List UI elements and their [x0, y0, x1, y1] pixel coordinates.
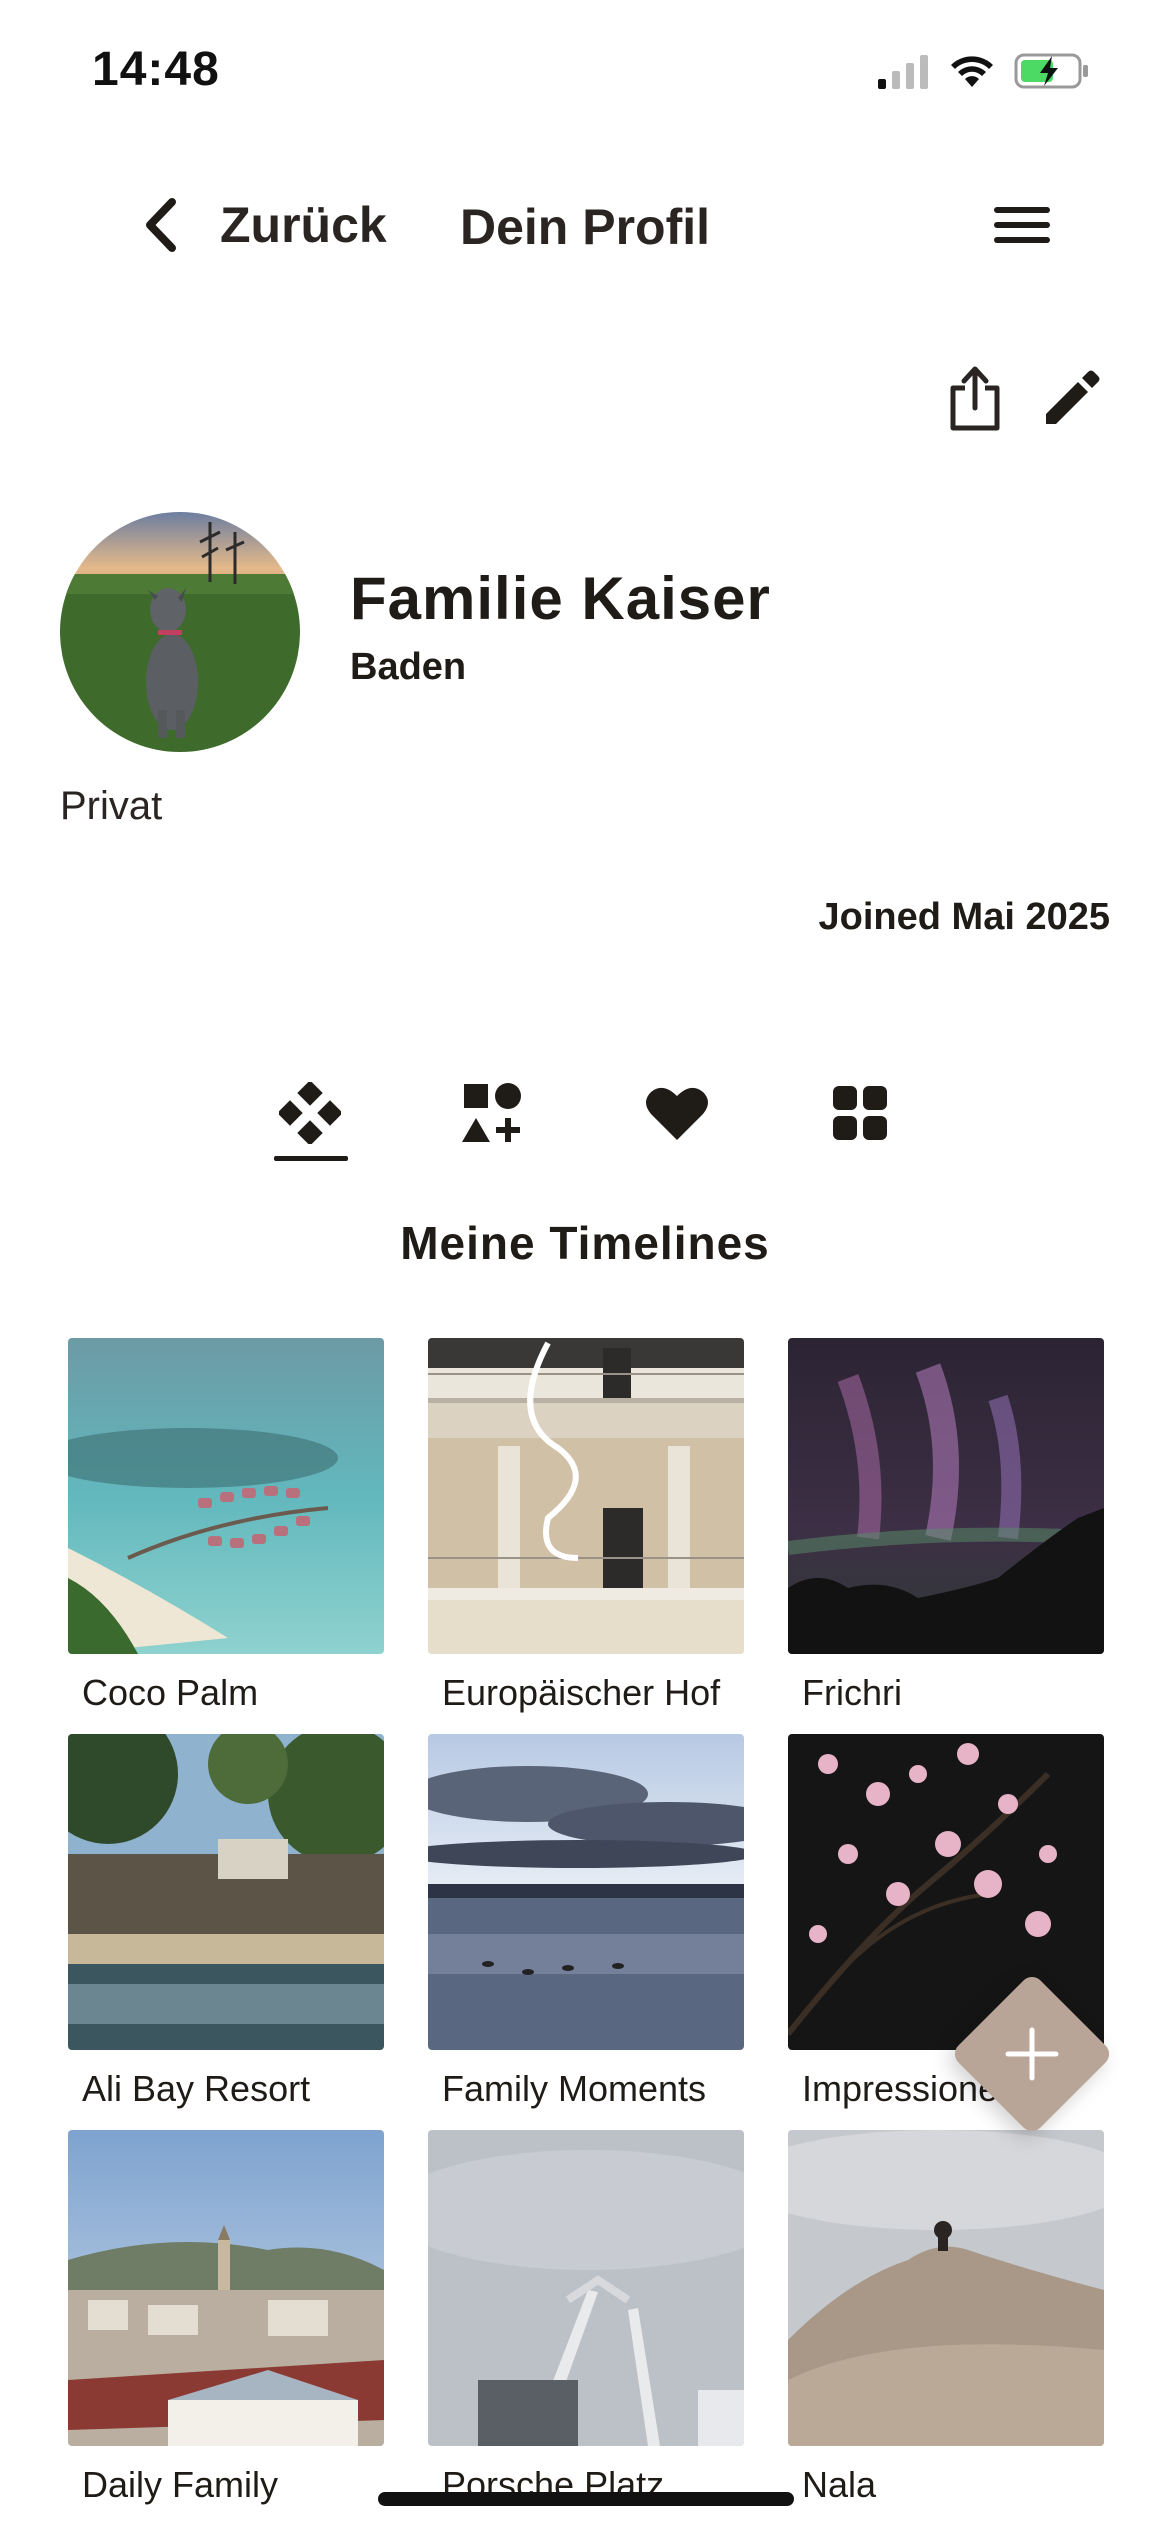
timeline-label: Daily Family	[82, 2464, 279, 2505]
timeline-label: Europäischer Hof	[442, 1672, 721, 1713]
timeline-label: Ali Bay Resort	[82, 2068, 311, 2109]
timeline-label: Frichri	[802, 1672, 902, 1713]
timeline-card[interactable]: Coco Palm	[68, 1338, 384, 1714]
diamond-grid-icon	[279, 1082, 341, 1144]
battery-icon	[1014, 53, 1088, 89]
status-icons	[876, 52, 1090, 90]
active-tab-indicator	[274, 1156, 348, 1161]
timeline-thumbnail	[428, 1734, 744, 2050]
share-icon	[950, 366, 1000, 431]
profile-location: Baden	[350, 646, 467, 688]
shapes-add-icon	[462, 1083, 521, 1142]
avatar[interactable]	[60, 512, 300, 752]
timeline-card[interactable]: Frichri	[788, 1338, 1104, 1714]
timeline-card[interactable]: Europäischer Hof	[428, 1338, 744, 1714]
tab-grid[interactable]	[815, 1068, 905, 1158]
tab-create[interactable]	[448, 1068, 538, 1158]
timeline-card[interactable]: Daily Family	[68, 2130, 384, 2506]
hamburger-menu-icon	[994, 207, 1050, 243]
timeline-card[interactable]: Nala	[788, 2130, 1104, 2506]
timeline-thumbnail	[68, 1338, 384, 1654]
timeline-label: Family Moments	[442, 2068, 707, 2109]
status-time: 14:48	[92, 43, 220, 96]
cellular-signal-icon	[878, 55, 928, 89]
timeline-card[interactable]: Porsche Platz	[428, 2130, 744, 2506]
timeline-card[interactable]: Family Moments	[428, 1734, 744, 2110]
wifi-icon	[951, 56, 993, 87]
timeline-thumbnail	[428, 1338, 744, 1654]
avatar-dog-photo	[60, 512, 300, 752]
privacy-status: Privat	[60, 784, 163, 828]
edit-profile-button[interactable]	[1042, 368, 1102, 433]
timeline-thumbnail	[428, 2130, 744, 2446]
timeline-thumbnail	[68, 1734, 384, 2050]
timeline-thumbnail	[788, 2130, 1104, 2446]
heart-icon	[646, 1087, 708, 1140]
home-indicator[interactable]	[378, 2492, 794, 2506]
timeline-thumbnail	[788, 1338, 1104, 1654]
timeline-card[interactable]: Ali Bay Resort	[68, 1734, 384, 2110]
timeline-thumbnail	[68, 2130, 384, 2446]
menu-button[interactable]	[994, 205, 1050, 250]
timeline-label: Nala	[802, 2464, 877, 2505]
share-button[interactable]	[948, 364, 1002, 437]
grid-icon	[833, 1086, 887, 1140]
profile-name: Familie Kaiser	[350, 565, 771, 632]
tab-favorites[interactable]	[632, 1068, 722, 1158]
tab-timelines[interactable]	[265, 1068, 355, 1158]
pencil-icon	[1046, 370, 1100, 424]
joined-date: Joined Mai 2025	[818, 896, 1110, 938]
section-title: Meine Timelines	[400, 1217, 770, 1269]
timeline-label: Coco Palm	[82, 1672, 259, 1713]
